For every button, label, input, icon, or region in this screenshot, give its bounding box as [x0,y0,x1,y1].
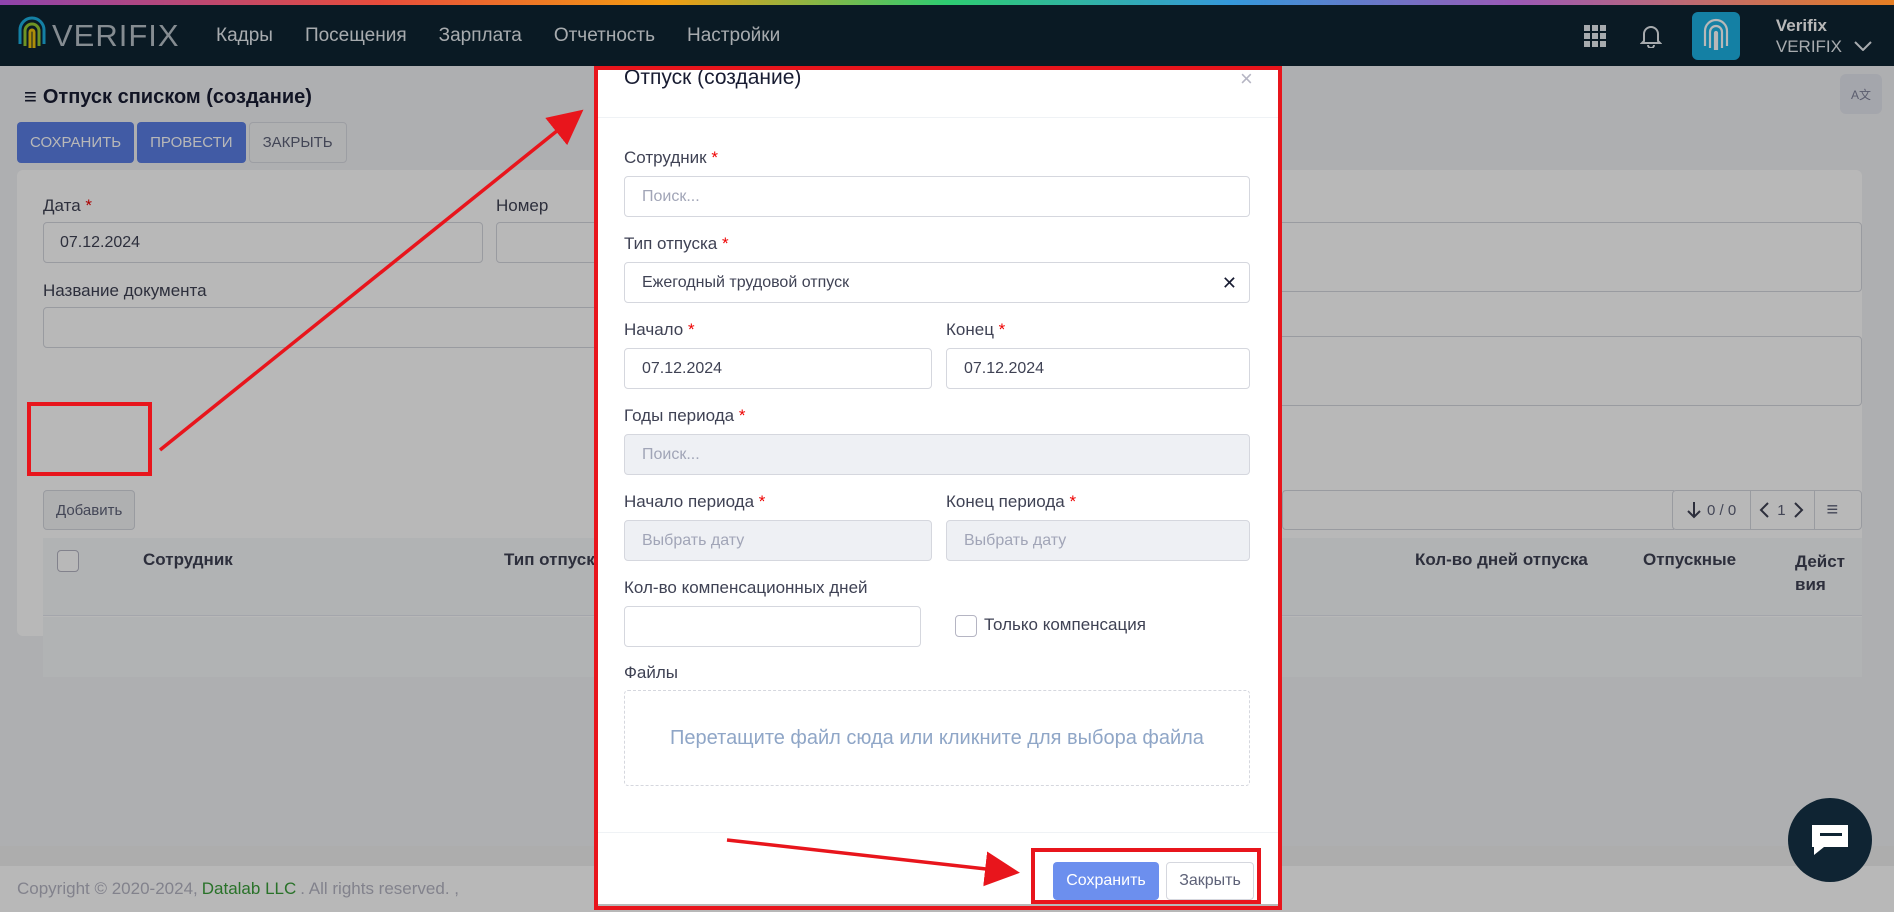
comp-days-label: Кол-во компенсационных дней [624,578,868,597]
period-start-label: Начало периода * [624,492,765,512]
required-mark: * [1069,492,1077,511]
employee-label-text: Сотрудник [624,148,707,167]
required-mark: * [998,320,1006,339]
modal-close-button[interactable]: Закрыть [1166,862,1254,900]
modal-title: Отпуск (создание) [624,66,802,89]
modal-save-button[interactable]: Сохранить [1053,862,1159,900]
period-end-label-text: Конец периода [946,492,1065,511]
required-mark: * [758,492,766,511]
start-date-field[interactable]: 07.12.2024 [624,348,932,389]
period-start-label-text: Начало периода [624,492,755,511]
clear-icon[interactable]: ✕ [1222,273,1237,294]
period-years-label: Годы периода * [624,406,745,426]
period-start-field[interactable]: Выбрать дату [624,520,932,561]
chat-icon[interactable] [1788,798,1872,882]
required-mark: * [721,234,729,253]
vacation-type-label-text: Тип отпуска [624,234,718,253]
start-label: Начало * [624,320,695,340]
comp-days-field[interactable] [624,606,921,647]
period-end-field[interactable]: Выбрать дату [946,520,1250,561]
files-label: Файлы [624,663,679,682]
period-years-input[interactable]: Поиск... [624,434,1250,475]
period-years-label-text: Годы периода [624,406,735,425]
end-label: Конец * [946,320,1005,340]
required-mark: * [687,320,695,339]
employee-search-input[interactable]: Поиск... [624,176,1250,217]
vacation-create-modal: Отпуск (создание) × Сотрудник * Поиск...… [596,66,1278,904]
employee-label: Сотрудник * [624,148,718,168]
modal-footer: Сохранить Закрыть [596,832,1278,904]
required-mark: * [738,406,746,425]
close-icon[interactable]: × [1240,66,1253,92]
only-comp-checkbox[interactable] [955,615,977,637]
vacation-type-label: Тип отпуска * [624,234,729,254]
vacation-type-select[interactable]: Ежегодный трудовой отпуск ✕ [624,262,1250,303]
only-comp-label: Только компенсация [984,615,1146,634]
start-label-text: Начало [624,320,684,339]
modal-header: Отпуск (создание) × [596,66,1278,118]
end-date-field[interactable]: 07.12.2024 [946,348,1250,389]
period-end-label: Конец периода * [946,492,1076,512]
required-mark: * [711,148,718,167]
file-dropzone[interactable]: Перетащите файл сюда или кликните для вы… [624,690,1250,786]
vacation-type-value: Ежегодный трудовой отпуск [642,273,850,291]
end-label-text: Конец [946,320,994,339]
